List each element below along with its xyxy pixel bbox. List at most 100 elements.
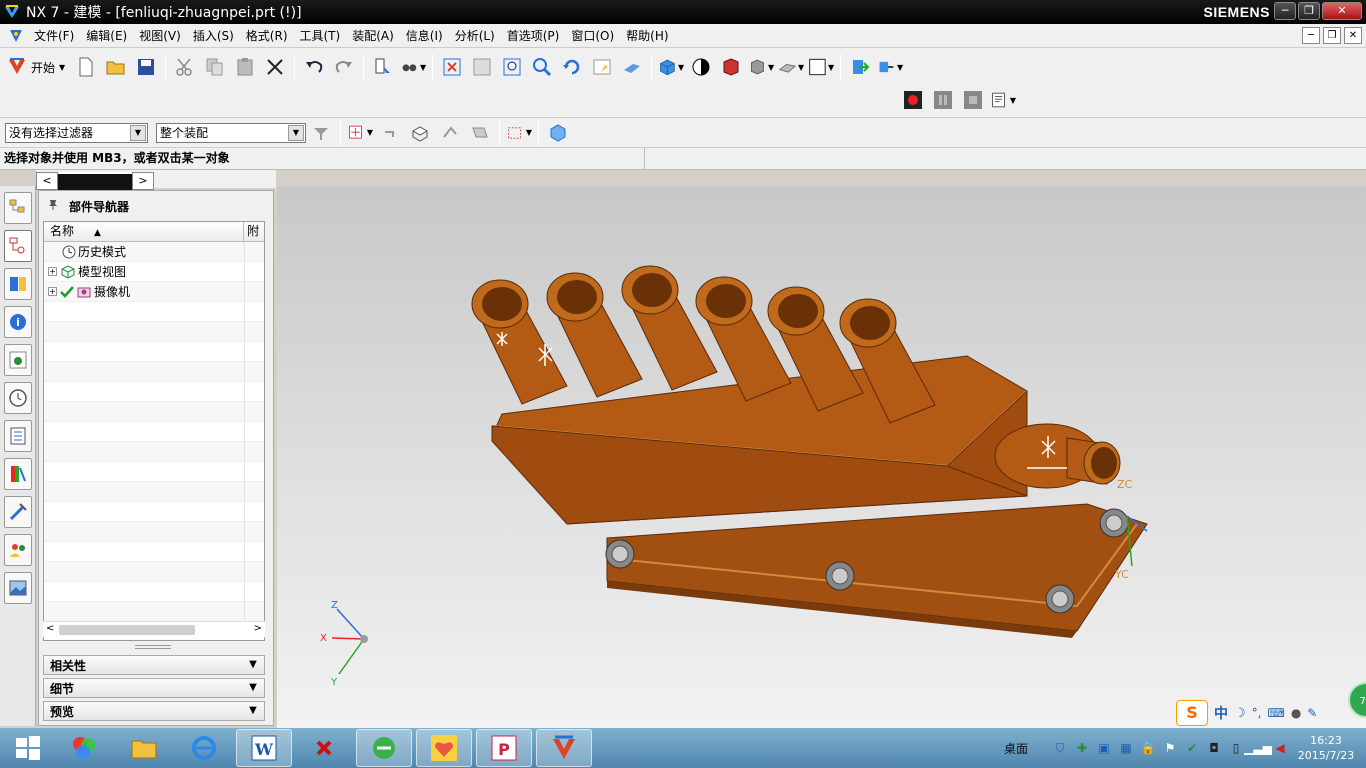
system-materials-tab[interactable]: [4, 420, 32, 452]
orient-view-button[interactable]: ▼: [658, 54, 684, 80]
scroll-left-arrow-icon[interactable]: <: [46, 623, 54, 634]
navigator-tab-active[interactable]: [58, 172, 132, 190]
record-button[interactable]: [900, 87, 926, 113]
column-attach-header[interactable]: 附: [244, 222, 264, 241]
app-menu-icon[interactable]: [8, 28, 24, 44]
column-name-header[interactable]: 名称 ▲: [44, 222, 245, 241]
pause-button[interactable]: [930, 87, 956, 113]
expand-plus-icon[interactable]: +: [48, 267, 57, 276]
shaded-edges-button[interactable]: [718, 54, 744, 80]
zoom-button[interactable]: [499, 54, 525, 80]
menu-format[interactable]: 格式(R): [240, 27, 294, 44]
grid-app-icon[interactable]: ▦: [1118, 740, 1134, 756]
system-scenes-tab[interactable]: [4, 572, 32, 604]
flag-icon[interactable]: ⚑: [1162, 740, 1178, 756]
menu-insert[interactable]: 插入(S): [187, 27, 240, 44]
perspective-button[interactable]: [619, 54, 645, 80]
selection-scope-select[interactable]: 整个装配 ▼: [156, 122, 306, 143]
tree-node-history-mode[interactable]: 历史模式: [44, 242, 264, 262]
menu-file[interactable]: 文件(F): [28, 27, 80, 44]
copy-button[interactable]: [202, 54, 228, 80]
nav-next-arrow-icon[interactable]: >: [132, 172, 154, 190]
reuse-library-tab[interactable]: [4, 268, 32, 300]
menu-tools[interactable]: 工具(T): [294, 27, 347, 44]
open-file-button[interactable]: [103, 54, 129, 80]
network-card-icon[interactable]: ▣: [1096, 740, 1112, 756]
background-color-button[interactable]: ▼: [808, 54, 834, 80]
menu-analysis[interactable]: 分析(L): [449, 27, 501, 44]
panel-splitter-grip[interactable]: [135, 645, 171, 649]
nav-prev-arrow-icon[interactable]: <: [36, 172, 58, 190]
component-button[interactable]: ▼: [877, 54, 903, 80]
process-studio-tab[interactable]: [4, 496, 32, 528]
menu-window[interactable]: 窗口(O): [565, 27, 620, 44]
assembly-navigator-tab[interactable]: [4, 192, 32, 224]
check-disk-icon[interactable]: ✔: [1184, 740, 1200, 756]
model-viewport[interactable]: ZC YC Z X Y: [277, 186, 1366, 728]
undo-button[interactable]: [301, 54, 327, 80]
menu-information[interactable]: 信息(I): [400, 27, 449, 44]
expand-plus-icon[interactable]: +: [48, 287, 57, 296]
filter-reset-button[interactable]: [308, 120, 334, 146]
clock[interactable]: 16:23 2015/7/23: [1294, 733, 1358, 763]
moon-icon[interactable]: ☽: [1234, 706, 1246, 721]
taskbar-app-ie[interactable]: [176, 729, 232, 767]
shaded-button[interactable]: ▼: [748, 54, 774, 80]
doc-close-button[interactable]: ✕: [1344, 27, 1362, 44]
desktop-toolbar-label[interactable]: 桌面: [1004, 740, 1028, 757]
edit-script-button[interactable]: ▼: [990, 87, 1016, 113]
menu-assemblies[interactable]: 装配(A): [346, 27, 400, 44]
select-component-button[interactable]: [545, 120, 571, 146]
menu-preferences[interactable]: 首选项(P): [501, 27, 566, 44]
scrollbar-thumb[interactable]: [59, 625, 195, 635]
cut-button[interactable]: [172, 54, 198, 80]
ime-toolbar[interactable]: S 中 ☽ °, ⌨ ● ✎: [1176, 700, 1366, 726]
work-layer-button[interactable]: ▼: [778, 54, 804, 80]
tree-horizontal-scrollbar[interactable]: < >: [43, 621, 265, 637]
device-icon[interactable]: ▯: [1228, 740, 1244, 756]
minimize-button[interactable]: ─: [1274, 2, 1296, 20]
history-tab[interactable]: [4, 382, 32, 414]
menu-edit[interactable]: 编辑(E): [80, 27, 133, 44]
undo-select-button[interactable]: [377, 120, 403, 146]
lock-icon[interactable]: 🔒: [1140, 740, 1156, 756]
panel-dependencies[interactable]: 相关性 ▼: [43, 655, 265, 675]
scroll-right-arrow-icon[interactable]: >: [254, 623, 262, 634]
rotate-button[interactable]: [559, 54, 585, 80]
camera-icon[interactable]: ◘: [1206, 740, 1222, 756]
panel-details[interactable]: 细节 ▼: [43, 678, 265, 698]
tree-node-model-views[interactable]: + 模型视图: [44, 262, 264, 282]
menu-view[interactable]: 视图(V): [133, 27, 187, 44]
close-button[interactable]: ✕: [1322, 2, 1362, 20]
web-browser-tab[interactable]: [4, 344, 32, 376]
tree-node-cameras[interactable]: + 摄像机: [44, 282, 264, 302]
fit-view-button[interactable]: [439, 54, 465, 80]
doc-restore-button[interactable]: ❐: [1323, 27, 1341, 44]
pin-icon[interactable]: [47, 199, 59, 214]
paste-button[interactable]: [232, 54, 258, 80]
graphics-window[interactable]: ZC YC Z X Y: [277, 186, 1366, 728]
ime-mode-label[interactable]: 中: [1214, 703, 1228, 723]
part-navigator-tab[interactable]: [4, 230, 32, 262]
taskbar-app-nx[interactable]: [536, 729, 592, 767]
user-icon[interactable]: ●: [1291, 706, 1301, 720]
outlet-pipe[interactable]: [994, 423, 1121, 489]
select-body-button[interactable]: [467, 120, 493, 146]
roles-tab[interactable]: [4, 534, 32, 566]
redo-button[interactable]: [331, 54, 357, 80]
restore-button[interactable]: ❐: [1298, 2, 1320, 20]
snap-point-button[interactable]: ▼: [347, 120, 373, 146]
taskbar-app-powerpoint[interactable]: P: [476, 729, 532, 767]
taskbar-app-heart[interactable]: [416, 729, 472, 767]
keyboard-icon[interactable]: ⌨: [1267, 706, 1284, 720]
select-face-button[interactable]: [407, 120, 433, 146]
assembly-nav-button[interactable]: [847, 54, 873, 80]
security-plus-icon[interactable]: ✚: [1074, 740, 1090, 756]
visualization-tab[interactable]: [4, 458, 32, 490]
save-button[interactable]: [133, 54, 159, 80]
signal-icon[interactable]: ▁▃▅: [1244, 740, 1272, 756]
menu-help[interactable]: 帮助(H): [620, 27, 674, 44]
pan-button[interactable]: [589, 54, 615, 80]
new-file-button[interactable]: [73, 54, 99, 80]
help-info-tab[interactable]: i: [4, 306, 32, 338]
